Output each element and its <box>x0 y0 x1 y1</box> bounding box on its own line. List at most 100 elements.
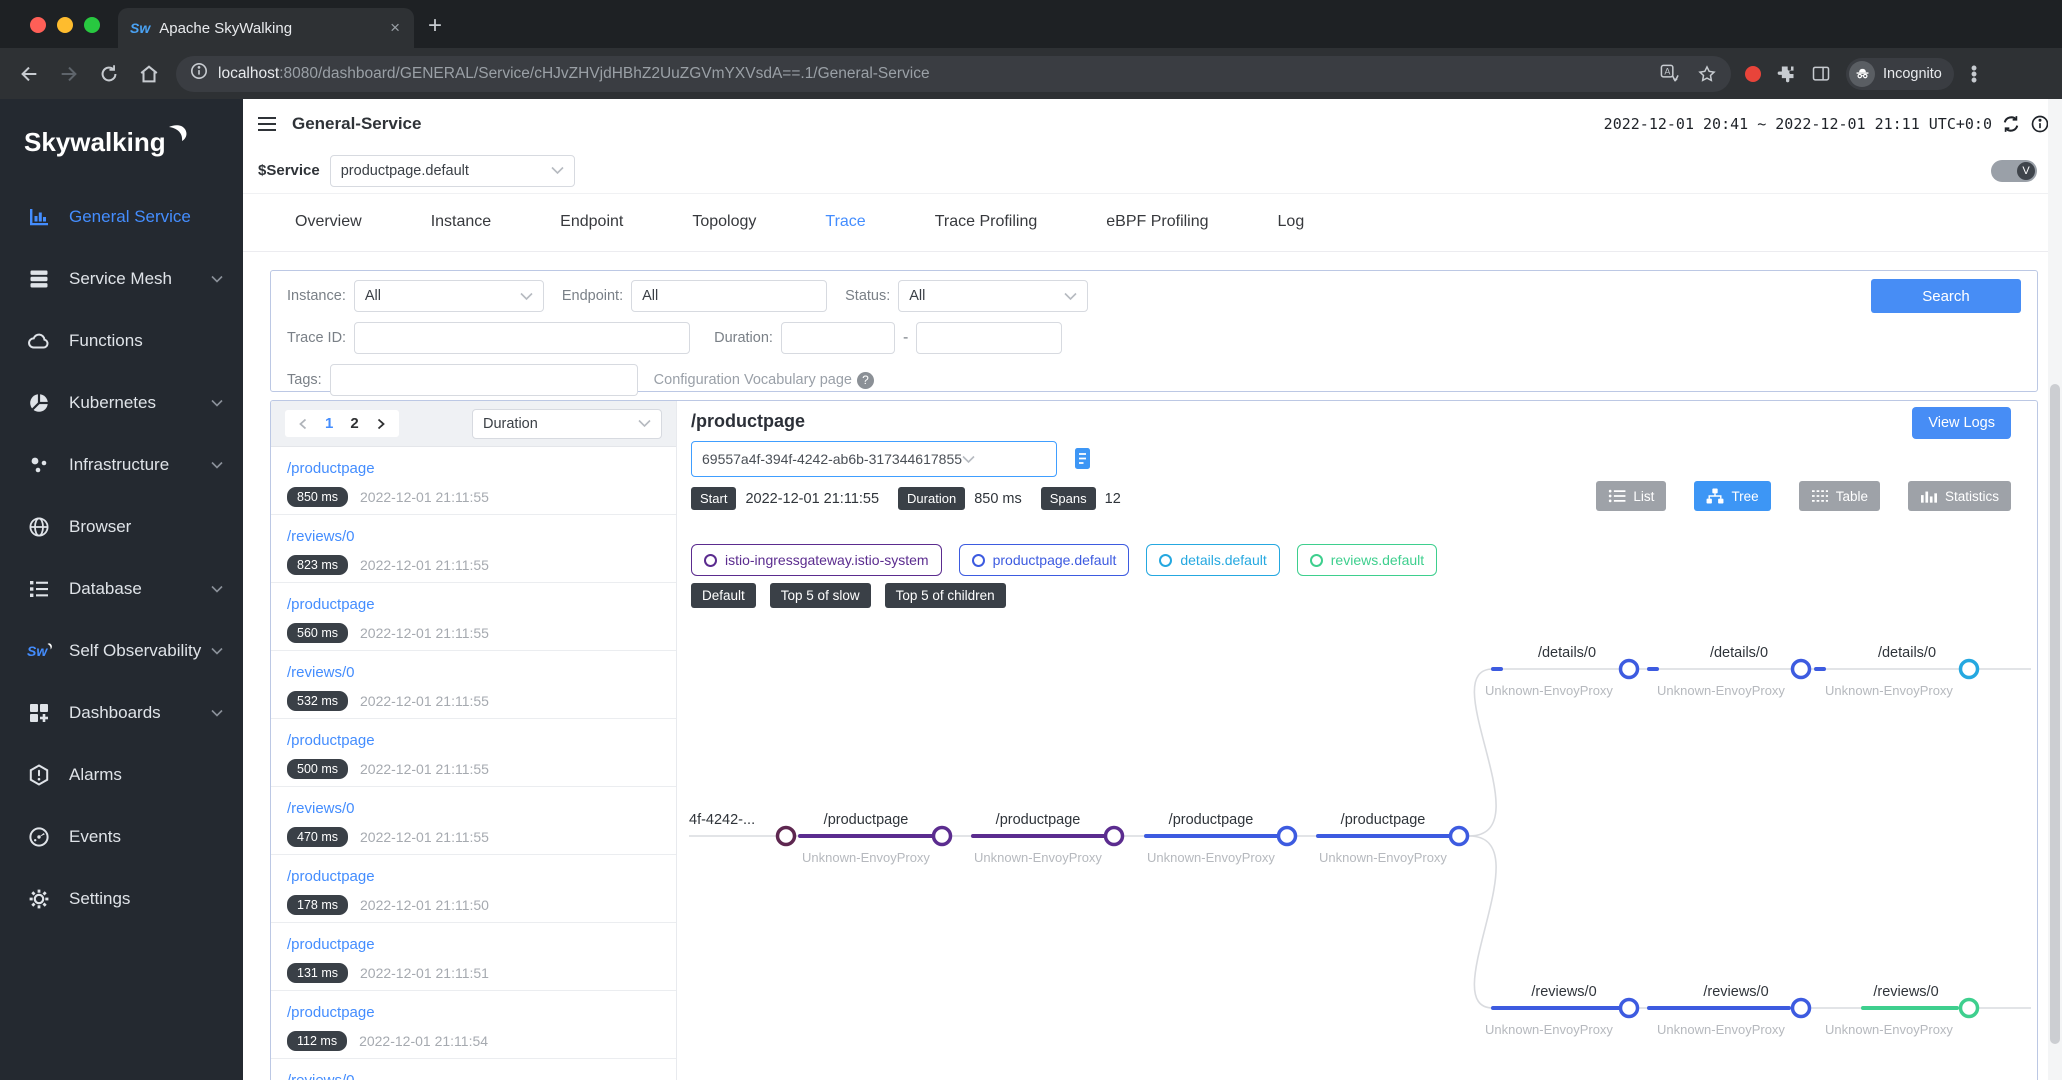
legend-chip-details[interactable]: details.default <box>1146 544 1279 576</box>
url-bar[interactable]: localhost:8080/dashboard/GENERAL/Service… <box>176 56 1731 92</box>
sidebar-item-dashboards[interactable]: Dashboards <box>0 682 243 744</box>
tab-overview[interactable]: Overview <box>295 213 362 251</box>
new-tab-button[interactable]: + <box>428 14 442 38</box>
sidebar-item-settings[interactable]: Settings <box>0 868 243 930</box>
trace-id-input[interactable] <box>354 322 690 354</box>
action-button-default[interactable]: Default <box>691 583 756 608</box>
refresh-icon[interactable] <box>2001 114 2021 134</box>
list-view-button[interactable]: List <box>1596 481 1666 511</box>
sidebar-item-general-service[interactable]: General Service <box>0 186 243 248</box>
trace-tree-graph[interactable]: 4f-4242-.../productpageUnknown-EnvoyProx… <box>677 611 2038 1080</box>
version-toggle[interactable]: V <box>1991 160 2037 182</box>
span-node-circle[interactable] <box>1621 1000 1638 1017</box>
trace-endpoint-link[interactable]: /productpage <box>287 868 375 885</box>
trace-list-item[interactable]: /reviews/0 <box>271 1059 676 1080</box>
trace-list-item[interactable]: /productpage500 ms2022-12-01 21:11:55 <box>271 719 676 787</box>
sidebar-item-database[interactable]: Database <box>0 558 243 620</box>
back-icon[interactable] <box>18 63 40 85</box>
duration-min-input[interactable] <box>781 322 895 354</box>
action-button-top-5-of-slow[interactable]: Top 5 of slow <box>770 583 871 608</box>
trace-endpoint-link[interactable]: /reviews/0 <box>287 800 355 817</box>
bookmark-star-icon[interactable] <box>1697 64 1717 84</box>
trace-endpoint-link[interactable]: /reviews/0 <box>287 528 355 545</box>
tags-input[interactable] <box>330 364 638 396</box>
page-prev-icon[interactable] <box>298 418 308 430</box>
vocabulary-link[interactable]: Configuration Vocabulary page ? <box>654 372 874 389</box>
page-scrollbar[interactable] <box>2048 99 2062 1080</box>
sidebar-item-self-observability[interactable]: SwSelf Observability <box>0 620 243 682</box>
tab-trace[interactable]: Trace <box>825 213 865 251</box>
page-next-icon[interactable] <box>376 418 386 430</box>
reload-icon[interactable] <box>98 63 120 85</box>
time-range[interactable]: 2022-12-01 20:41 ~ 2022-12-01 21:11 UTC+… <box>1604 115 1992 133</box>
trace-list-item[interactable]: /productpage560 ms2022-12-01 21:11:55 <box>271 583 676 651</box>
span-node-circle[interactable] <box>934 828 951 845</box>
site-info-icon[interactable] <box>190 62 208 85</box>
trace-endpoint-link[interactable]: /productpage <box>287 1004 375 1021</box>
help-icon[interactable]: ? <box>857 372 874 389</box>
sidebar-item-alarms[interactable]: Alarms <box>0 744 243 806</box>
sidebar-item-functions[interactable]: Functions <box>0 310 243 372</box>
service-select[interactable]: productpage.default <box>330 155 575 187</box>
sidebar-item-service-mesh[interactable]: Service Mesh <box>0 248 243 310</box>
span-node-circle[interactable] <box>1793 661 1810 678</box>
sidebar-item-infrastructure[interactable]: Infrastructure <box>0 434 243 496</box>
tab-instance[interactable]: Instance <box>431 213 491 251</box>
trace-list-item[interactable]: /productpage131 ms2022-12-01 21:11:51 <box>271 923 676 991</box>
span-node-circle[interactable] <box>1279 828 1296 845</box>
span-node-circle[interactable] <box>1961 661 1978 678</box>
translate-icon[interactable]: A <box>1660 64 1679 83</box>
search-button[interactable]: Search <box>1871 279 2021 313</box>
extension-badge-icon[interactable] <box>1745 66 1761 82</box>
page-number-2[interactable]: 2 <box>350 415 358 432</box>
span-node-circle[interactable] <box>1106 828 1123 845</box>
tab-log[interactable]: Log <box>1278 213 1305 251</box>
incognito-badge[interactable]: Incognito <box>1846 58 1954 90</box>
trace-endpoint-link[interactable]: /productpage <box>287 460 375 477</box>
page-number-1[interactable]: 1 <box>325 415 333 432</box>
sidebar-item-browser[interactable]: Browser <box>0 496 243 558</box>
trace-list-item[interactable]: /productpage850 ms2022-12-01 21:11:55 <box>271 447 676 515</box>
duration-max-input[interactable] <box>916 322 1062 354</box>
trace-list-item[interactable]: /productpage178 ms2022-12-01 21:11:50 <box>271 855 676 923</box>
side-panel-icon[interactable] <box>1811 64 1831 84</box>
tab-topology[interactable]: Topology <box>692 213 756 251</box>
tab-close-icon[interactable]: × <box>388 18 402 38</box>
instance-select[interactable]: All <box>354 280 544 312</box>
table-view-button[interactable]: Table <box>1799 481 1880 511</box>
trace-list-item[interactable]: /reviews/0532 ms2022-12-01 21:11:55 <box>271 651 676 719</box>
legend-chip-productpage[interactable]: productpage.default <box>959 544 1130 576</box>
browser-tab[interactable]: Sw Apache SkyWalking × <box>118 8 414 48</box>
scrollbar-thumb[interactable] <box>2050 384 2060 1044</box>
trace-list-item[interactable]: /reviews/0823 ms2022-12-01 21:11:55 <box>271 515 676 583</box>
info-icon[interactable] <box>2030 114 2050 134</box>
endpoint-input[interactable] <box>631 280 827 312</box>
window-close-button[interactable] <box>30 17 46 33</box>
span-node-circle[interactable] <box>778 828 795 845</box>
sort-select[interactable]: Duration <box>472 409 662 439</box>
trace-endpoint-link[interactable]: /productpage <box>287 732 375 749</box>
span-node-circle[interactable] <box>1621 661 1638 678</box>
tab-ebpf-profiling[interactable]: eBPF Profiling <box>1106 213 1208 251</box>
menu-toggle-icon[interactable] <box>257 116 277 132</box>
window-minimize-button[interactable] <box>57 17 73 33</box>
extensions-puzzle-icon[interactable] <box>1776 64 1796 84</box>
statistics-view-button[interactable]: Statistics <box>1908 481 2011 511</box>
window-zoom-button[interactable] <box>84 17 100 33</box>
tab-trace-profiling[interactable]: Trace Profiling <box>935 213 1038 251</box>
span-node-circle[interactable] <box>1451 828 1468 845</box>
trace-endpoint-link[interactable]: /productpage <box>287 596 375 613</box>
action-button-top-5-of-children[interactable]: Top 5 of children <box>885 583 1006 608</box>
legend-chip-reviews[interactable]: reviews.default <box>1297 544 1437 576</box>
forward-icon[interactable] <box>58 63 80 85</box>
tree-view-button[interactable]: Tree <box>1694 481 1770 511</box>
trace-endpoint-link[interactable]: /reviews/0 <box>287 1072 355 1080</box>
trace-endpoint-link[interactable]: /productpage <box>287 936 375 953</box>
span-node-circle[interactable] <box>1961 1000 1978 1017</box>
copy-trace-id-icon[interactable] <box>1071 446 1093 477</box>
trace-id-select[interactable]: 69557a4f-394f-4242-ab6b-317344617855 <box>691 441 1057 477</box>
tab-endpoint[interactable]: Endpoint <box>560 213 623 251</box>
view-logs-button[interactable]: View Logs <box>1912 407 2011 439</box>
trace-endpoint-link[interactable]: /reviews/0 <box>287 664 355 681</box>
legend-chip-istio-ingressgateway[interactable]: istio-ingressgateway.istio-system <box>691 544 942 576</box>
